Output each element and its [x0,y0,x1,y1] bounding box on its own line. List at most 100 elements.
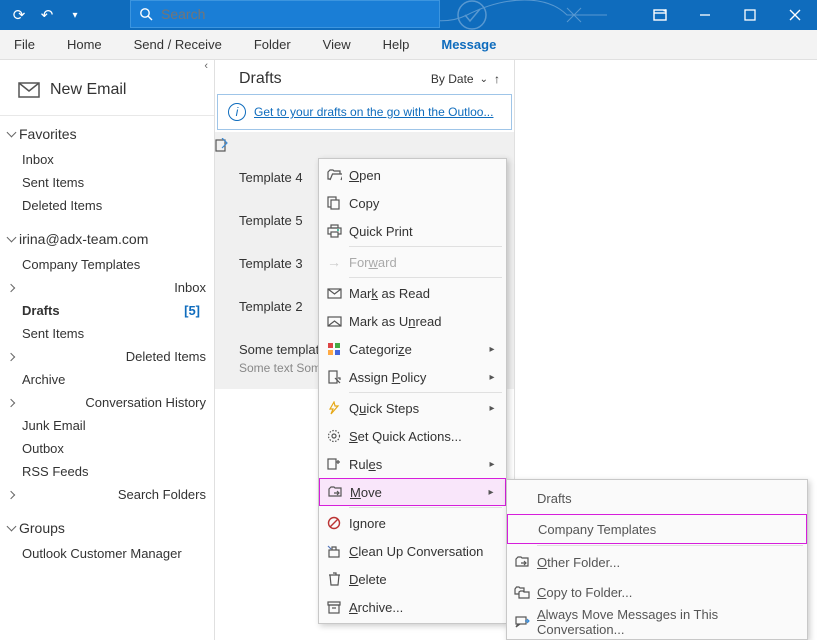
undo-icon[interactable]: ↶ [36,4,58,26]
folder-icon [507,556,537,568]
chevron-down-icon [7,127,17,137]
folder-inbox-account[interactable]: Inbox [0,276,214,299]
delete-icon [319,572,349,586]
minimize-button[interactable] [682,0,727,30]
move-always-move[interactable]: Always Move Messages in This Conversatio… [507,607,807,637]
new-email-button[interactable]: New Email [0,76,214,116]
folder-conversation-history[interactable]: Conversation History [0,391,214,414]
ctx-rules[interactable]: Rules ▸ [319,450,506,478]
ctx-mark-read[interactable]: Mark as Read [319,279,506,307]
folder-deleted-items-account[interactable]: Deleted Items [0,345,214,368]
sort-ascending-icon[interactable]: ↑ [494,72,500,86]
ctx-categorize[interactable]: Categorize ▸ [319,335,506,363]
new-email-label: New Email [50,81,126,99]
ctx-delete[interactable]: Delete [319,565,506,593]
quicksteps-icon [319,401,349,415]
sort-control[interactable]: By Date ⌄ ↑ [431,72,500,86]
move-other-folder[interactable]: Other Folder... [507,547,807,577]
folder-company-templates[interactable]: Company Templates [0,253,214,276]
move-icon [320,486,350,498]
ctx-quick-steps[interactable]: Quick Steps ▸ [319,394,506,422]
folder-outbox[interactable]: Outbox [0,437,214,460]
archive-icon [319,601,349,614]
chevron-down-icon [7,232,17,242]
ctx-set-quick-actions[interactable]: Set Quick Actions... [319,422,506,450]
search-box[interactable] [130,0,440,28]
account-header[interactable]: irina@adx-team.com [0,225,214,253]
conversation-icon [507,616,537,629]
print-icon [319,224,349,238]
folder-search-folders[interactable]: Search Folders [0,483,214,506]
ctx-move[interactable]: Move ▸ [319,478,506,506]
copy-folder-icon [507,586,537,599]
gear-icon [319,429,349,443]
ctx-mark-unread[interactable]: Mark as Unread [319,307,506,335]
ignore-icon [319,516,349,530]
chevron-right-icon [7,490,15,498]
ribbon-file[interactable]: File [10,37,39,52]
ctx-open[interactable]: Open [319,161,506,189]
policy-icon [319,370,349,384]
ctx-cleanup[interactable]: Clean Up Conversation [319,537,506,565]
ribbon-view[interactable]: View [319,37,355,52]
ctx-ignore[interactable]: Ignore [319,509,506,537]
ctx-copy[interactable]: Copy [319,189,506,217]
search-icon [131,7,161,21]
group-outlook-customer-manager[interactable]: Outlook Customer Manager [0,542,214,565]
forward-icon: → [319,254,349,270]
folder-pane: ‹ New Email Favorites Inbox Sent Items D… [0,60,215,640]
copy-icon [319,196,349,210]
titlebar: ⟳ ↶ ▾ [0,0,817,30]
ribbon-message[interactable]: Message [437,37,500,52]
refresh-icon[interactable]: ⟳ [8,4,30,26]
close-button[interactable] [772,0,817,30]
categorize-icon [319,342,349,356]
move-copy-to-folder[interactable]: Copy to Folder... [507,577,807,607]
folder-junk-email[interactable]: Junk Email [0,414,214,437]
ctx-archive[interactable]: Archive... [319,593,506,621]
chevron-down-icon [7,521,17,531]
drafts-count: [5] [184,303,200,318]
ribbon-menu: File Home Send / Receive Folder View Hel… [0,30,817,60]
ribbon-display-options[interactable] [637,0,682,30]
mark-read-icon [319,288,349,299]
move-drafts[interactable]: Drafts [507,482,807,514]
ribbon-folder[interactable]: Folder [250,37,295,52]
chevron-right-icon: ▸ [484,344,500,355]
folder-sent-items-account[interactable]: Sent Items [0,322,214,345]
open-icon [319,169,349,181]
search-input[interactable] [161,6,439,22]
chevron-down-icon: ⌄ [480,74,488,85]
qat-dropdown[interactable]: ▾ [64,4,86,26]
favorites-header[interactable]: Favorites [0,120,214,148]
groups-header[interactable]: Groups [0,514,214,542]
chevron-right-icon: ▸ [484,459,500,470]
envelope-icon [18,82,40,98]
ribbon-home[interactable]: Home [63,37,106,52]
chevron-right-icon [7,352,15,360]
maximize-button[interactable] [727,0,772,30]
chevron-right-icon: ▸ [484,403,500,414]
move-company-templates[interactable]: Company Templates [507,514,807,544]
info-banner-link[interactable]: Get to your drafts on the go with the Ou… [254,105,493,119]
folder-sent-items[interactable]: Sent Items [0,171,214,194]
ctx-assign-policy[interactable]: Assign Policy ▸ [319,363,506,391]
info-banner[interactable]: i Get to your drafts on the go with the … [217,94,512,130]
folder-drafts[interactable]: Drafts[5] [0,299,214,322]
folder-deleted-items[interactable]: Deleted Items [0,194,214,217]
ribbon-help[interactable]: Help [379,37,414,52]
collapse-pane-icon[interactable]: ‹ [0,60,214,76]
folder-archive[interactable]: Archive [0,368,214,391]
folder-inbox[interactable]: Inbox [0,148,214,171]
context-menu: Open Copy Quick Print → Forward Mark as … [318,158,507,624]
chevron-right-icon: ▸ [483,487,499,498]
rules-icon [319,457,349,471]
cleanup-icon [319,544,349,558]
chevron-right-icon [7,398,15,406]
folder-rss-feeds[interactable]: RSS Feeds [0,460,214,483]
ribbon-sendreceive[interactable]: Send / Receive [130,37,226,52]
folder-title: Drafts [239,70,282,88]
ctx-quick-print[interactable]: Quick Print [319,217,506,245]
ctx-forward: → Forward [319,248,506,276]
draft-icon [215,138,484,152]
